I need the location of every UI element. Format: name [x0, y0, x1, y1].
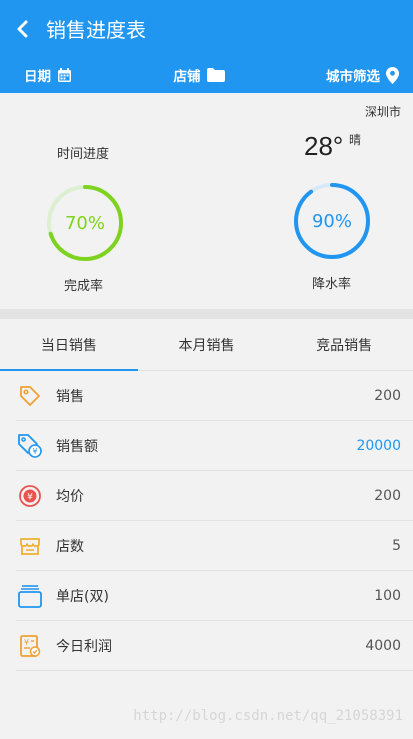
per-store-value: 100: [374, 587, 401, 604]
chevron-left-icon: [17, 20, 28, 37]
filter-bar: 日期 店铺 城市筛选: [0, 57, 413, 93]
store-count-value: 5: [392, 537, 401, 554]
list-item-sales-amount[interactable]: ¥ 销售额 20000: [16, 421, 413, 471]
svg-text:¥: ¥: [32, 447, 37, 456]
back-button[interactable]: [0, 0, 46, 57]
tab-competitor-sales[interactable]: 竞品销售: [275, 319, 413, 370]
store-icon: [16, 532, 44, 560]
list-item-per-store[interactable]: 单店(双) 100: [16, 571, 413, 621]
store-count-label: 店数: [56, 538, 84, 555]
profit-receipt-icon: ¥: [16, 632, 44, 660]
completion-rate-value: 70%: [64, 212, 105, 234]
svg-text:¥: ¥: [27, 492, 33, 502]
sales-label: 销售: [56, 388, 84, 405]
average-price-label: 均价: [56, 488, 84, 505]
temperature: 28°: [304, 131, 344, 161]
location-pin-icon: [386, 66, 399, 84]
folder-icon: [206, 68, 225, 82]
rain-ring: 90%: [292, 181, 372, 261]
rain-rate-value: 90%: [311, 210, 352, 232]
per-store-label: 单店(双): [56, 588, 109, 605]
sales-amount-label: 销售额: [56, 438, 98, 455]
yuan-icon: ¥: [16, 482, 44, 510]
section-divider: [0, 309, 413, 319]
store-filter[interactable]: 店铺: [174, 65, 225, 85]
date-filter[interactable]: 日期: [24, 65, 72, 85]
summary-panel: 深圳市 时间进度 70% 完成率 28° 晴 90% 降水率: [0, 93, 413, 309]
box-stack-icon: [16, 582, 44, 610]
tab-monthly-sales[interactable]: 本月销售: [138, 319, 276, 370]
daily-profit-value: 4000: [365, 637, 401, 654]
daily-profit-label: 今日利润: [56, 638, 112, 655]
completion-rate-label: 完成率: [64, 279, 104, 294]
list-item-store-count[interactable]: 店数 5: [16, 521, 413, 571]
sales-amount-value: 20000: [356, 437, 401, 454]
app-header: 销售进度表 日期 店铺 城市筛选: [0, 0, 413, 93]
price-tag-icon: ¥: [16, 432, 44, 460]
list-item-daily-profit[interactable]: ¥ 今日利润 4000: [16, 621, 413, 671]
calendar-icon: [58, 67, 71, 82]
tag-icon: [16, 382, 44, 410]
date-filter-label: 日期: [24, 69, 51, 85]
weather-condition: 晴: [349, 133, 362, 147]
time-progress-title: 时间进度: [57, 147, 110, 162]
tab-daily-sales[interactable]: 当日销售: [0, 319, 138, 371]
sales-tabs: 当日销售 本月销售 竞品销售: [0, 319, 413, 371]
city-name: 深圳市: [364, 105, 401, 119]
watermark: http://blog.csdn.net/qq_21058391: [133, 708, 403, 724]
sales-list: 销售 200 ¥ 销售额 20000 ¥ 均价 200 店数 5 单店(双) 1…: [0, 371, 413, 671]
city-filter[interactable]: 城市筛选: [326, 65, 399, 85]
completion-ring: 70%: [45, 183, 125, 263]
average-price-value: 200: [374, 487, 401, 504]
rain-rate-label: 降水率: [312, 277, 352, 292]
title-bar: 销售进度表: [0, 0, 413, 57]
store-filter-label: 店铺: [173, 69, 201, 85]
list-item-sales[interactable]: 销售 200: [16, 371, 413, 421]
sales-value: 200: [374, 387, 401, 404]
page-title: 销售进度表: [46, 18, 146, 42]
city-filter-label: 城市筛选: [326, 69, 380, 85]
svg-text:¥: ¥: [24, 638, 29, 647]
list-item-average-price[interactable]: ¥ 均价 200: [16, 471, 413, 521]
